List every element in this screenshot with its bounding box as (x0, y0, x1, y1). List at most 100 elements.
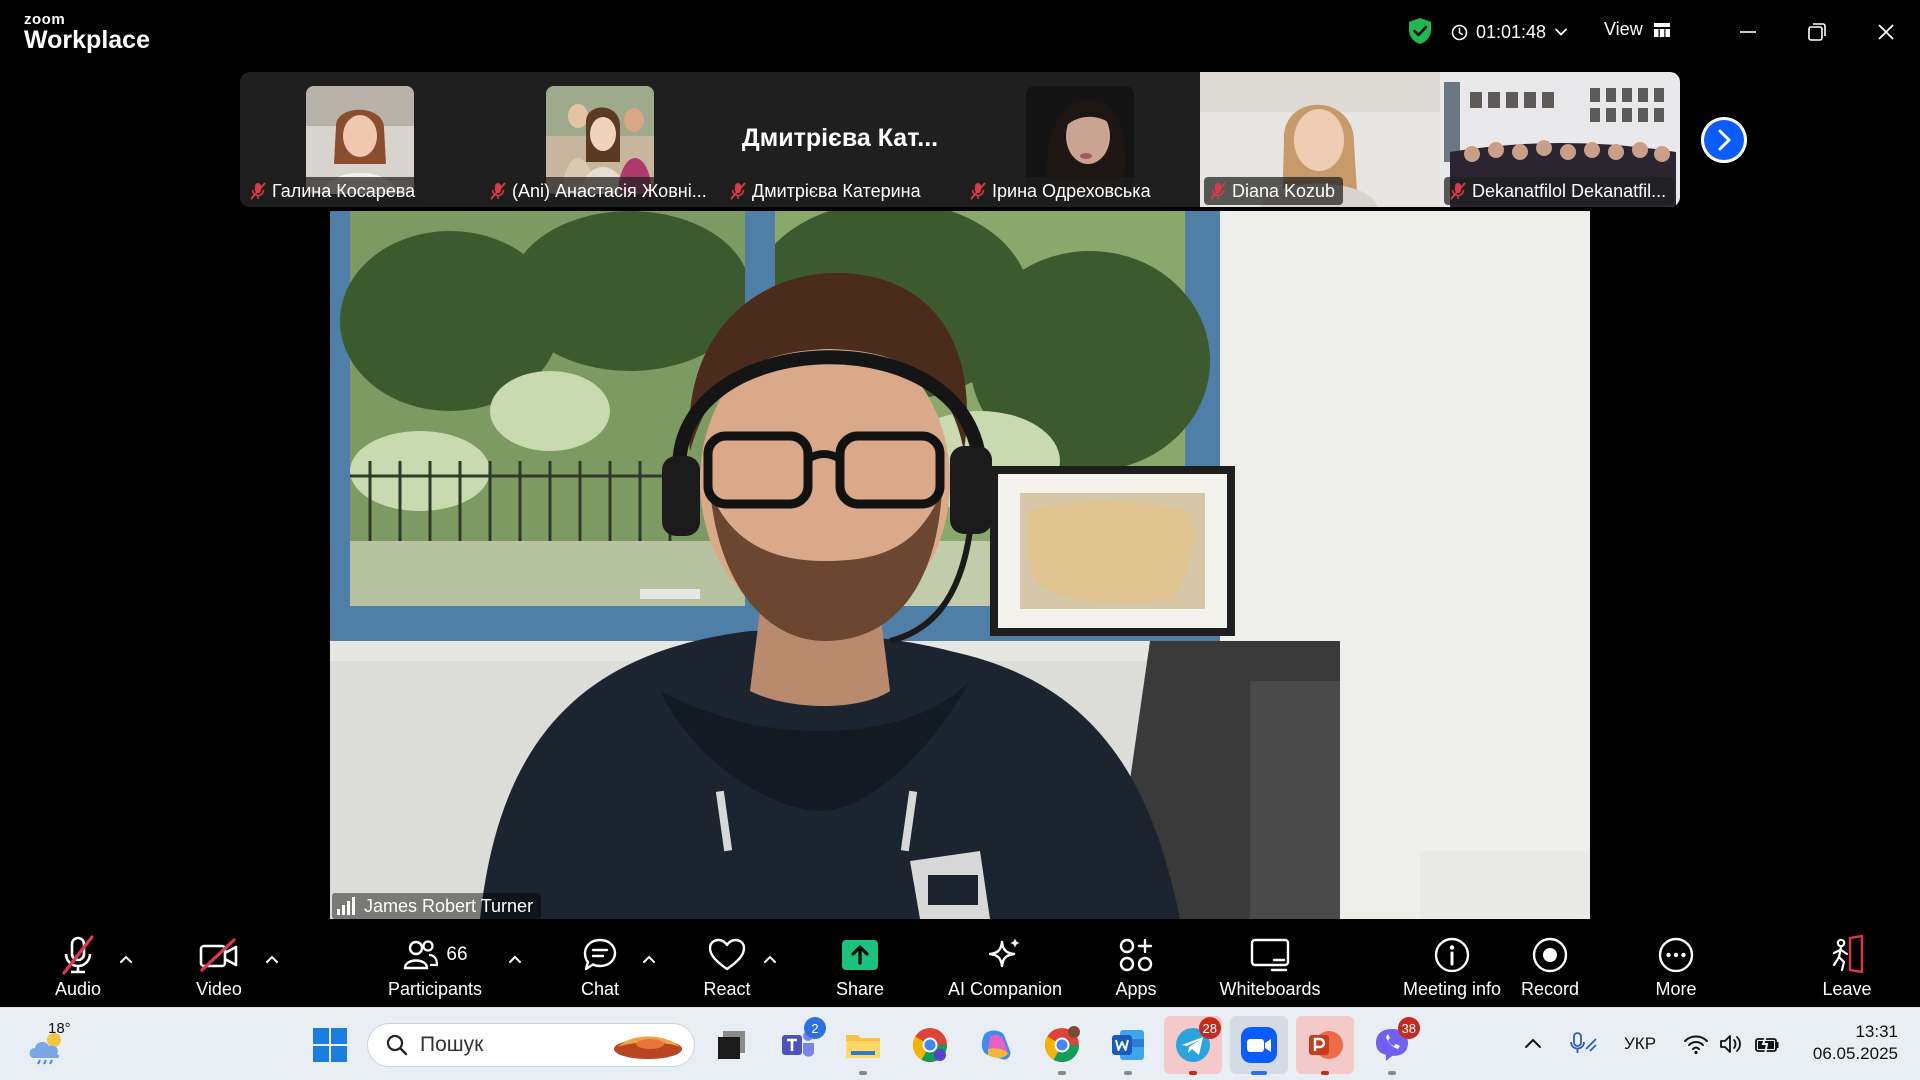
chat-button[interactable]: Chat (570, 921, 630, 1007)
participant-tile[interactable]: Галина Косарева (240, 72, 480, 207)
react-options-caret-icon[interactable] (762, 953, 778, 965)
sparkle-icon (988, 938, 1020, 968)
participant-tile[interactable]: (Ani) Анастасія Жовні... (480, 72, 720, 207)
participant-name-label: Ірина Одреховська (964, 177, 1159, 205)
telegram-notification-badge: 28 (1198, 1017, 1221, 1039)
participant-name: Diana Kozub (1232, 180, 1336, 201)
mic-muted-icon (970, 182, 986, 200)
record-icon (1532, 937, 1568, 973)
meeting-controls-toolbar: Audio Video 66 Participants Chat React S… (0, 921, 1920, 1007)
meeting-info-button[interactable]: Meeting info (1392, 921, 1512, 1007)
video-off-icon (199, 938, 238, 972)
participants-icon (404, 940, 439, 970)
gallery-next-page-button[interactable] (1701, 117, 1747, 163)
participant-tile[interactable]: Ірина Одреховська (960, 72, 1200, 207)
microphone-in-use-icon[interactable] (1568, 1031, 1598, 1057)
apps-button[interactable]: Apps (1108, 921, 1164, 1007)
speaker-video-frame (330, 211, 1590, 919)
signal-strength-icon (337, 897, 355, 915)
telegram-icon[interactable]: 28 (1173, 1017, 1221, 1075)
react-button[interactable]: React (697, 921, 757, 1007)
logo-bottom: Workplace (24, 26, 150, 54)
video-options-caret-icon[interactable] (264, 953, 280, 965)
leave-label: Leave (1822, 979, 1872, 999)
active-app-indicator (1251, 1071, 1267, 1075)
volume-icon[interactable] (1718, 1032, 1744, 1056)
taskbar-search-box[interactable]: Пошук (367, 1023, 695, 1067)
share-button[interactable]: Share (830, 921, 890, 1007)
audio-button[interactable]: Audio (46, 921, 110, 1007)
participant-display-name: Дмитрієва Кат... (741, 124, 939, 152)
video-label: Video (196, 979, 242, 999)
search-placeholder: Пошук (420, 1033, 484, 1056)
participant-tile[interactable]: Diana Kozub (1200, 72, 1440, 207)
powerpoint-icon[interactable] (1305, 1025, 1345, 1075)
participant-tile[interactable]: Dekanatfilol Dekanatfil... (1440, 72, 1680, 207)
whiteboard-icon (1250, 938, 1290, 972)
file-explorer-icon[interactable] (843, 1025, 883, 1075)
participant-tile[interactable]: Дмитрієва Кат... Дмитрієва Катерина (720, 72, 960, 207)
show-hidden-icons-chevron-up-icon[interactable] (1524, 1036, 1542, 1050)
apps-icon (1119, 938, 1153, 972)
whiteboards-button[interactable]: Whiteboards (1210, 921, 1330, 1007)
chat-options-caret-icon[interactable] (641, 953, 657, 965)
viber-icon[interactable]: 38 (1372, 1017, 1420, 1075)
grid-view-icon (1653, 22, 1670, 37)
elapsed-time: 01:01:48 (1476, 21, 1547, 42)
wifi-icon[interactable] (1683, 1032, 1709, 1056)
battery-charging-icon[interactable] (1754, 1032, 1780, 1056)
participant-name-label: Diana Kozub (1204, 177, 1344, 205)
chrome-profile-icon[interactable] (910, 1025, 950, 1065)
search-highlight-icon (614, 1036, 682, 1059)
word-icon[interactable] (1108, 1025, 1148, 1075)
participant-name-label: Дмитрієва Катерина (724, 177, 929, 205)
task-view-icon[interactable] (712, 1025, 752, 1065)
more-dots-icon (1658, 937, 1694, 973)
mic-muted-icon (250, 182, 266, 200)
participants-button[interactable]: 66 Participants (380, 921, 490, 1007)
minimize-icon[interactable] (1733, 17, 1763, 47)
chrome-icon[interactable] (1042, 1025, 1082, 1075)
weather-widget[interactable]: 18° (26, 1020, 86, 1068)
running-indicator (1388, 1071, 1396, 1075)
participant-name: (Ani) Анастасія Жовні... (512, 180, 707, 201)
running-indicator (1189, 1071, 1197, 1075)
mic-muted-icon (62, 935, 94, 975)
audio-options-caret-icon[interactable] (118, 953, 134, 965)
audio-label: Audio (54, 979, 102, 999)
running-indicator (1124, 1071, 1132, 1075)
leave-button[interactable]: Leave (1817, 921, 1877, 1007)
share-screen-icon (842, 940, 878, 970)
participant-name-label: Dekanatfilol Dekanatfil... (1444, 177, 1675, 205)
taskbar-clock[interactable]: 13:31 06.05.2025 (1800, 1021, 1898, 1065)
more-button[interactable]: More (1646, 921, 1706, 1007)
more-label: More (1655, 979, 1697, 999)
close-icon[interactable] (1871, 17, 1901, 47)
zoom-meeting-window: zoom Workplace 01:01:48 View Галина Коса… (0, 0, 1920, 1080)
participants-options-caret-icon[interactable] (507, 953, 523, 965)
video-button[interactable]: Video (187, 921, 251, 1007)
teams-app-icon[interactable]: 2 (778, 1017, 826, 1065)
record-button[interactable]: Record (1520, 921, 1580, 1007)
react-label: React (703, 979, 751, 999)
speaker-name: James Robert Turner (364, 895, 534, 916)
copilot-icon[interactable] (976, 1025, 1016, 1065)
running-indicator (1058, 1071, 1066, 1075)
participants-count: 66 (446, 944, 468, 965)
view-button[interactable]: View (1604, 19, 1671, 40)
clock-date: 06.05.2025 (1812, 1044, 1898, 1063)
input-language-indicator[interactable]: УКР (1624, 1034, 1656, 1054)
zoom-app-icon[interactable] (1239, 1025, 1279, 1075)
clock-time: 13:31 (1855, 1022, 1898, 1041)
meeting-timer[interactable]: 01:01:48 (1451, 20, 1568, 44)
participant-name: Дмитрієва Катерина (752, 180, 921, 201)
encryption-shield-icon[interactable] (1407, 17, 1433, 45)
weather-temperature: 18° (48, 1020, 71, 1037)
mic-muted-icon (1450, 182, 1466, 200)
ai-companion-button[interactable]: AI Companion (945, 921, 1065, 1007)
participant-name: Dekanatfilol Dekanatfil... (1472, 180, 1667, 201)
active-speaker-video (330, 211, 1590, 919)
running-indicator (859, 1071, 867, 1075)
windows-start-icon[interactable] (310, 1025, 350, 1065)
restore-icon[interactable] (1802, 17, 1832, 47)
